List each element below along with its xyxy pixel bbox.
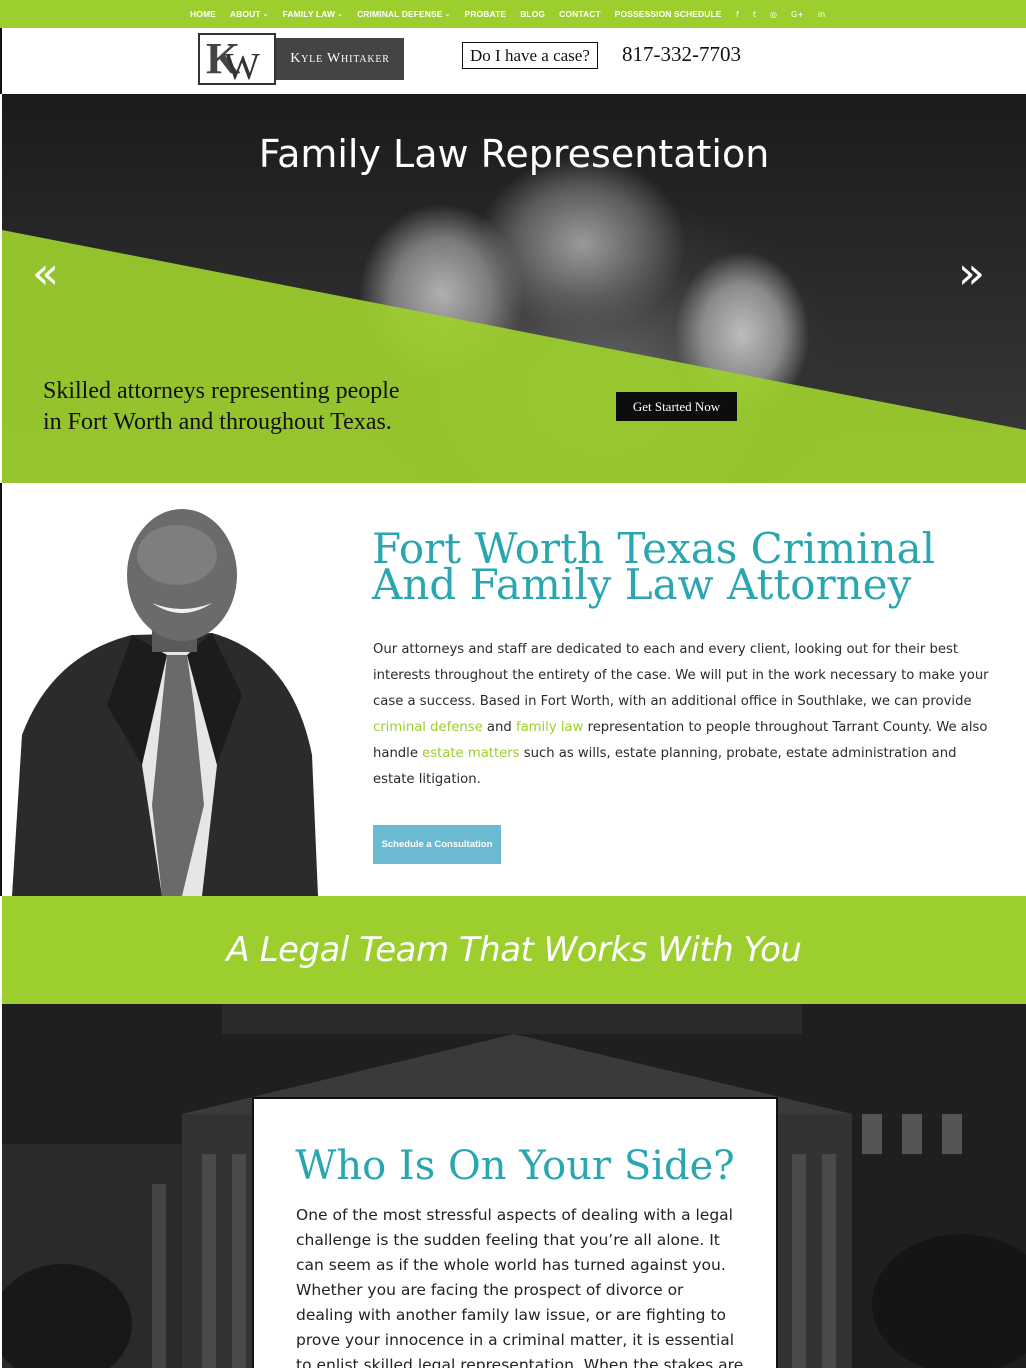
who-is-on-your-side-card: Who Is On Your Side? One of the most str… — [252, 1097, 778, 1368]
nav-item-probate[interactable]: PROBATE — [465, 9, 507, 19]
logo-name: Kyle Whitaker — [276, 38, 404, 80]
intro-section: Fort Worth Texas Criminal And Family Law… — [0, 483, 1026, 896]
estate-matters-link[interactable]: estate matters — [422, 746, 519, 761]
main-nav: HOME ABOUT ⌄ FAMILY LAW ⌄ CRIMINAL DEFENSE ⌄ PR… — [190, 0, 722, 28]
nav-item-label: POSSESSION SCHEDULE — [614, 9, 722, 19]
top-nav-bar: HOME ABOUT ⌄ FAMILY LAW ⌄ CRIMINAL DEFENSE ⌄ PR… — [0, 0, 1026, 28]
facebook-icon[interactable]: f — [736, 10, 739, 19]
instagram-icon[interactable]: ◎ — [770, 10, 777, 19]
hero-tagline: Skilled attorneys representing people in… — [43, 376, 483, 438]
slider-next-arrow-icon[interactable]: » — [958, 252, 985, 296]
linkedin-icon[interactable]: in — [818, 10, 825, 19]
nav-item-label: CRIMINAL DEFENSE — [357, 9, 443, 19]
slider-prev-arrow-icon[interactable]: « — [32, 252, 59, 296]
courthouse-section: Who Is On Your Side? One of the most str… — [2, 1004, 1026, 1368]
attorney-portrait — [12, 509, 318, 896]
nav-item-label: HOME — [190, 9, 216, 19]
nav-item-label: PROBATE — [464, 9, 507, 19]
schedule-consultation-button[interactable]: Schedule a Consultation — [373, 825, 501, 864]
nav-item-label: FAMILY LAW — [282, 9, 336, 19]
phone-number[interactable]: 817-332-7703 — [622, 42, 741, 67]
hero-slider: Family Law Representation « » Skilled at… — [2, 94, 1026, 483]
nav-item-criminal-defense[interactable]: CRIMINAL DEFENSE ⌄ — [357, 9, 450, 19]
intro-text-1: Our attorneys and staff are dedicated to… — [373, 642, 989, 709]
twitter-icon[interactable]: t — [753, 10, 756, 19]
who-is-on-your-side-heading: Who Is On Your Side? — [295, 1143, 735, 1189]
nav-item-label: CONTACT — [559, 9, 601, 19]
intro-text-2: and — [482, 720, 516, 735]
nav-item-home[interactable]: HOME — [190, 9, 216, 19]
logo-mark: K W — [198, 33, 276, 88]
legal-team-banner: A Legal Team That Works With You — [2, 896, 1026, 1004]
do-i-have-a-case-button[interactable]: Do I have a case? — [462, 42, 598, 69]
legal-team-heading: A Legal Team That Works With You — [226, 930, 802, 970]
intro-paragraph: Our attorneys and staff are dedicated to… — [373, 637, 993, 793]
hero-tagline-line2: in Fort Worth and throughout Texas. — [43, 409, 392, 435]
intro-title: Fort Worth Texas Criminal And Family Law… — [372, 528, 992, 609]
nav-item-family-law[interactable]: FAMILY LAW ⌄ — [283, 9, 343, 19]
logo-letter-w: W — [224, 46, 260, 88]
nav-item-about[interactable]: ABOUT ⌄ — [230, 9, 269, 19]
hero-title: Family Law Representation — [258, 132, 770, 176]
intro-title-line2: And Family Law Attorney — [372, 560, 912, 609]
nav-item-label: ABOUT — [229, 9, 261, 19]
nav-item-contact[interactable]: CONTACT — [559, 9, 601, 19]
nav-item-label: BLOG — [520, 9, 546, 19]
site-logo[interactable]: K W Kyle Whitaker — [198, 33, 404, 88]
social-links: f t ◎ G+ in — [736, 0, 825, 28]
get-started-button[interactable]: Get Started Now — [616, 392, 737, 421]
site-header: K W Kyle Whitaker Do I have a case? 817-… — [0, 28, 1026, 94]
who-is-on-your-side-text: One of the most stressful aspects of dea… — [296, 1206, 744, 1368]
nav-item-possession-schedule[interactable]: POSSESSION SCHEDULE — [615, 9, 722, 19]
criminal-defense-link[interactable]: criminal defense — [373, 720, 483, 735]
chevron-down-icon: ⌄ — [444, 11, 451, 18]
chevron-down-icon: ⌄ — [262, 11, 269, 18]
nav-item-blog[interactable]: BLOG — [520, 9, 545, 19]
hero-tagline-line1: Skilled attorneys representing people — [43, 378, 400, 404]
family-law-link[interactable]: family law — [516, 720, 583, 735]
chevron-down-icon: ⌄ — [337, 11, 344, 18]
google-plus-icon[interactable]: G+ — [791, 10, 804, 19]
